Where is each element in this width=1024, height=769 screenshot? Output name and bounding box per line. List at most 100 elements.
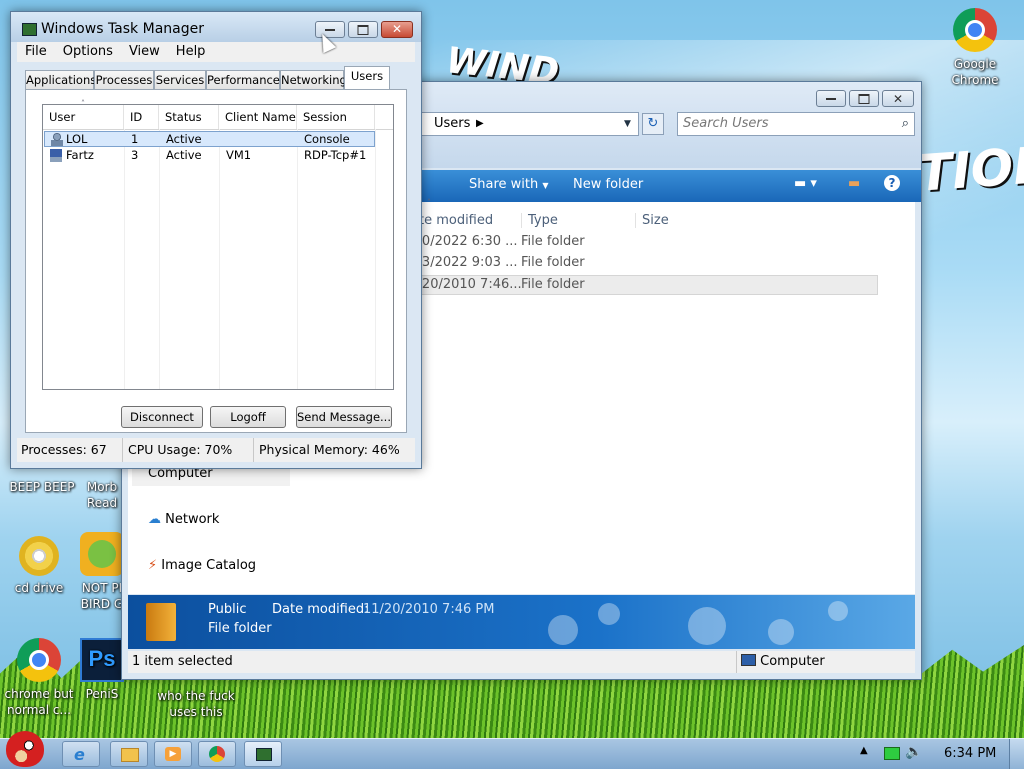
- address-text: Users: [434, 116, 471, 131]
- column-id[interactable]: ID: [124, 105, 159, 129]
- column-divider: [159, 129, 160, 389]
- refresh-icon: ↻: [647, 116, 659, 131]
- details-date-label: Date modified:: [272, 602, 369, 617]
- column-divider: [375, 129, 376, 389]
- preview-pane-icon[interactable]: ▬: [848, 176, 860, 191]
- explorer-status-bar: 1 item selected Computer: [128, 651, 915, 673]
- search-icon: ⌕: [901, 116, 909, 131]
- close-button[interactable]: ✕: [381, 21, 413, 38]
- search-input[interactable]: Search Users ⌕: [677, 112, 915, 136]
- nav-item-network[interactable]: ☁ Network: [148, 512, 219, 527]
- cell-id: 1: [131, 132, 139, 146]
- minimize-icon: [325, 28, 335, 31]
- desktop-icon-cd-drive[interactable]: cd drive: [0, 536, 81, 596]
- logoff-button[interactable]: Logoff: [210, 406, 286, 428]
- details-name: Public: [208, 602, 247, 617]
- refresh-button[interactable]: ↻: [642, 113, 664, 135]
- desktop-icon-beep-beep[interactable]: BEEP BEEP: [0, 470, 84, 495]
- volume-icon[interactable]: 🔈: [905, 744, 922, 760]
- status-physical-memory: Physical Memory: 46%: [259, 442, 400, 457]
- desktop-icon-who-uses-this[interactable]: who the fuck uses this: [150, 688, 242, 720]
- taskbar-chrome[interactable]: [198, 741, 236, 767]
- taskbar-windows-explorer[interactable]: [110, 741, 148, 767]
- cell-client-name: VM1: [226, 148, 252, 162]
- send-message-button[interactable]: Send Message...: [296, 406, 392, 428]
- show-desktop-button[interactable]: [1009, 739, 1024, 769]
- network-icon: ☁: [148, 512, 161, 527]
- taskbar-task-manager[interactable]: [244, 741, 282, 767]
- close-icon: ✕: [892, 91, 904, 106]
- disconnect-button[interactable]: Disconnect: [121, 406, 203, 428]
- column-user[interactable]: User: [43, 105, 124, 129]
- menu-view[interactable]: View: [121, 42, 168, 61]
- close-button[interactable]: ✕: [882, 90, 914, 107]
- file-type: File folder: [521, 277, 585, 292]
- computer-icon: [741, 654, 756, 666]
- user-icon: [51, 133, 63, 146]
- chrome-icon: [17, 638, 61, 682]
- column-status[interactable]: Status: [159, 105, 219, 129]
- maximize-button[interactable]: [348, 21, 378, 38]
- nav-label: Network: [165, 512, 220, 527]
- share-with-label: Share with: [469, 177, 539, 192]
- taskbar-media-player[interactable]: ▶: [154, 741, 192, 767]
- details-date-value: 11/20/2010 7:46 PM: [363, 602, 495, 617]
- address-dropdown-icon[interactable]: ▼: [624, 113, 631, 135]
- share-with-button[interactable]: Share with ▼: [469, 177, 549, 192]
- desktop-icon-google-chrome[interactable]: Google Chrome: [933, 8, 1017, 88]
- chevron-down-icon: ▼: [542, 181, 549, 190]
- column-type[interactable]: Type: [521, 213, 558, 228]
- view-options-icon[interactable]: ▬ ▾: [794, 176, 817, 191]
- new-folder-button[interactable]: New folder: [573, 177, 643, 192]
- maximize-icon: [858, 93, 870, 104]
- menu-help[interactable]: Help: [168, 42, 214, 61]
- tab-applications[interactable]: Applications: [25, 70, 96, 89]
- column-divider: [219, 129, 220, 389]
- window-title: Windows Task Manager: [41, 21, 204, 37]
- cell-session: RDP-Tcp#1: [304, 148, 367, 162]
- desktop-icon-label: cd drive: [14, 581, 64, 595]
- column-size[interactable]: Size: [635, 213, 669, 228]
- wallpaper-text-right: TION: [916, 135, 1024, 203]
- task-manager-titlebar[interactable]: Windows Task Manager ✕: [11, 12, 421, 42]
- show-hidden-icons-icon[interactable]: ▲: [860, 745, 868, 756]
- users-list: ˄ User ID Status Client Name Session LOL…: [42, 99, 394, 390]
- menu-options[interactable]: Options: [55, 42, 121, 61]
- menu-bar: File Options View Help: [17, 42, 415, 62]
- minimize-icon: [826, 97, 836, 100]
- column-divider: [297, 129, 298, 389]
- network-tray-icon[interactable]: [884, 747, 900, 760]
- tab-performance[interactable]: Performance: [206, 70, 280, 89]
- folder-icon: [121, 748, 139, 762]
- clock[interactable]: 6:34 PM: [944, 746, 996, 761]
- nav-item-computer[interactable]: Computer: [132, 466, 298, 486]
- details-type: File folder: [208, 621, 272, 636]
- maximize-button[interactable]: [849, 90, 879, 107]
- help-icon[interactable]: ?: [884, 175, 900, 191]
- minimize-button[interactable]: [816, 90, 846, 107]
- status-location: Computer: [736, 651, 825, 673]
- address-bar[interactable]: Users ▶ ▼: [417, 112, 639, 136]
- tab-processes[interactable]: Processes: [94, 70, 154, 89]
- nav-label: Image Catalog: [161, 558, 257, 573]
- column-client-name[interactable]: Client Name: [219, 105, 297, 129]
- remote-user-icon: [50, 149, 62, 162]
- chrome-icon: [953, 8, 997, 52]
- column-session[interactable]: Session: [297, 105, 375, 129]
- desktop-icon-chrome-normal[interactable]: chrome but normal c...: [0, 638, 81, 718]
- table-row[interactable]: LOL 1 Active Console: [44, 131, 375, 147]
- tab-networking[interactable]: Networking: [280, 70, 347, 89]
- internet-explorer-icon: e: [74, 745, 85, 764]
- table-row[interactable]: Fartz 3 Active VM1 RDP-Tcp#1: [44, 148, 375, 164]
- cd-drive-icon: [19, 536, 59, 576]
- tab-services[interactable]: Services: [154, 70, 206, 89]
- start-button[interactable]: [2, 729, 46, 769]
- menu-file[interactable]: File: [17, 42, 55, 61]
- status-cpu-usage: CPU Usage: 70%: [123, 438, 254, 462]
- taskbar-internet-explorer[interactable]: e: [62, 741, 100, 767]
- status-processes: Processes: 67: [17, 438, 123, 462]
- decoration-bubble: [548, 615, 578, 645]
- cell-id: 3: [131, 148, 139, 162]
- tab-users[interactable]: Users: [344, 66, 390, 90]
- nav-item-image-catalog[interactable]: ⚡ Image Catalog: [148, 558, 256, 573]
